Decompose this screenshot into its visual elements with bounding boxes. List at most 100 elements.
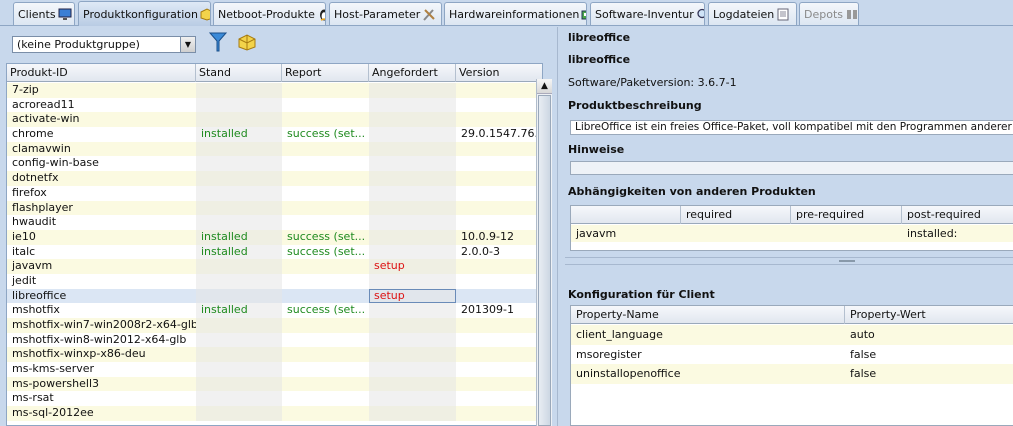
tab-logdateien[interactable]: Logdateien <box>708 2 797 25</box>
report-cell <box>282 289 369 304</box>
property-value-cell[interactable]: auto <box>845 325 1013 345</box>
table-row[interactable]: flashplayer <box>7 200 542 216</box>
column-header-property-value[interactable]: Property-Wert <box>845 306 1013 324</box>
column-header-report[interactable]: Report <box>282 64 369 82</box>
tab-depots[interactable]: Depots <box>799 2 859 25</box>
product-id-cell: mshotfix <box>12 303 60 317</box>
column-header-property-name[interactable]: Property-Name <box>571 306 845 324</box>
column-header-version[interactable]: Version <box>456 64 542 82</box>
requested-action-cell[interactable] <box>369 376 456 392</box>
version-cell <box>456 171 542 186</box>
scrollbar-thumb[interactable] <box>538 95 551 426</box>
tab-netboot-produkte[interactable]: Netboot-Produkte <box>213 2 326 25</box>
table-row[interactable]: config-win-base <box>7 156 542 172</box>
requested-action-cell[interactable] <box>369 127 456 142</box>
column-header-product[interactable] <box>571 206 681 224</box>
product-id-cell: firefox <box>12 185 47 199</box>
property-value-cell[interactable]: false <box>845 345 1013 365</box>
table-row[interactable]: chrome installed success (set... 29.0.1547.… <box>7 127 542 142</box>
table-row[interactable]: hwaudit <box>7 215 542 230</box>
property-table: Property-Name Property-Wert client_langu… <box>570 305 1013 426</box>
hints-field[interactable] <box>570 161 1013 175</box>
table-row[interactable]: ms-sql-2012ee <box>7 406 542 421</box>
requested-action-cell[interactable] <box>369 391 456 407</box>
requested-action-cell[interactable] <box>369 362 456 377</box>
requested-action-cell[interactable]: setup <box>369 259 456 274</box>
table-row[interactable]: dotnetfx <box>7 171 542 186</box>
description-heading: Produktbeschreibung <box>568 99 702 112</box>
column-header-angefordert[interactable]: Angefordert <box>369 64 456 82</box>
report-cell <box>282 112 369 127</box>
table-row[interactable]: ms-rsat <box>7 391 542 407</box>
table-row[interactable]: acroread11 <box>7 97 542 113</box>
requested-action-cell[interactable] <box>369 185 456 201</box>
requested-action-cell[interactable] <box>369 141 456 157</box>
requested-action-cell[interactable] <box>369 406 456 421</box>
table-row[interactable]: jedit <box>7 273 542 289</box>
requested-action-cell[interactable] <box>369 303 456 318</box>
product-table-scrollbar[interactable]: ▲ <box>536 79 552 426</box>
requested-action-cell[interactable] <box>369 97 456 113</box>
table-row[interactable]: javavm installed: <box>571 225 1013 242</box>
table-row[interactable]: clamavwin <box>7 141 542 157</box>
requested-action-cell[interactable] <box>369 215 456 230</box>
horizontal-splitter[interactable] <box>565 257 1013 265</box>
table-row[interactable]: activate-win <box>7 112 542 128</box>
stand-cell <box>196 273 282 289</box>
requested-action-cell[interactable] <box>369 112 456 128</box>
table-row[interactable]: javavm setup <box>7 259 542 274</box>
chevron-down-icon[interactable]: ▼ <box>180 37 195 52</box>
table-row[interactable]: italc installed success (set... 2.0.0-3 <box>7 244 542 260</box>
product-group-select[interactable]: (keine Produktgruppe) ▼ <box>12 36 196 53</box>
tab-produktkonfiguration[interactable]: Produktkonfiguration <box>78 1 211 26</box>
column-header-produkt-id[interactable]: Produkt-ID <box>7 64 196 82</box>
tab-clients[interactable]: Clients <box>13 2 75 25</box>
requested-action-cell[interactable] <box>369 200 456 216</box>
vertical-splitter[interactable] <box>557 27 565 426</box>
property-name-cell: uninstallopenoffice <box>576 367 681 380</box>
column-header-pre-required[interactable]: pre-required <box>791 206 902 224</box>
column-header-stand[interactable]: Stand <box>196 64 282 82</box>
requested-action-cell[interactable] <box>369 273 456 289</box>
column-header-required[interactable]: required <box>681 206 791 224</box>
table-row[interactable]: client_language auto <box>571 325 1013 345</box>
table-row[interactable]: ms-kms-server <box>7 362 542 377</box>
product-group-value: (keine Produktgruppe) <box>17 38 140 51</box>
table-row[interactable]: 7-zip <box>7 83 542 98</box>
table-row[interactable]: firefox <box>7 185 542 201</box>
tab-software-inventur[interactable]: Software-Inventur <box>590 2 705 25</box>
product-id-cell: 7-zip <box>12 83 39 96</box>
requested-action-cell[interactable]: setup <box>369 288 456 304</box>
version-cell <box>456 259 542 274</box>
stand-cell <box>196 332 282 348</box>
table-row[interactable]: msoregister false <box>571 345 1013 365</box>
requested-action-cell[interactable] <box>369 156 456 172</box>
requested-action-cell[interactable] <box>369 332 456 348</box>
table-row[interactable]: ie10 installed success (set... 10.0.9-12 <box>7 229 542 245</box>
magnifier-icon <box>697 8 704 18</box>
table-row[interactable]: ms-powershell3 <box>7 376 542 392</box>
requested-action-cell[interactable] <box>369 171 456 186</box>
product-id-cell: config-win-base <box>12 156 99 170</box>
requested-action-cell[interactable] <box>369 318 456 333</box>
table-row[interactable]: mshotfix-winxp-x86-deu <box>7 347 542 363</box>
requested-action-cell[interactable] <box>369 244 456 260</box>
property-value-cell[interactable]: false <box>845 364 1013 384</box>
requested-action-cell[interactable] <box>369 83 456 98</box>
table-row[interactable]: mshotfix-win8-win2012-x64-glb <box>7 332 542 348</box>
description-field[interactable]: LibreOffice ist ein freies Office-Paket,… <box>570 120 1013 135</box>
splitter-grip-icon[interactable] <box>839 260 855 262</box>
reload-packages-icon[interactable] <box>236 32 258 52</box>
version-cell <box>456 362 542 377</box>
requested-action-cell[interactable] <box>369 347 456 363</box>
table-row[interactable]: mshotfix-win7-win2008r2-x64-glb <box>7 318 542 333</box>
tab-hardwareinformationen[interactable]: Hardwareinformationen <box>444 2 587 25</box>
table-row[interactable]: mshotfix installed success (set... 201309-1 <box>7 303 542 318</box>
filter-icon[interactable] <box>208 31 228 53</box>
requested-action-cell[interactable] <box>369 229 456 245</box>
table-row[interactable]: libreoffice setup <box>7 288 542 304</box>
scroll-up-icon[interactable]: ▲ <box>537 79 552 94</box>
tab-host-parameter[interactable]: Host-Parameter <box>329 2 442 25</box>
column-header-post-required[interactable]: post-required <box>902 206 1013 224</box>
table-row[interactable]: uninstallopenoffice false <box>571 364 1013 384</box>
